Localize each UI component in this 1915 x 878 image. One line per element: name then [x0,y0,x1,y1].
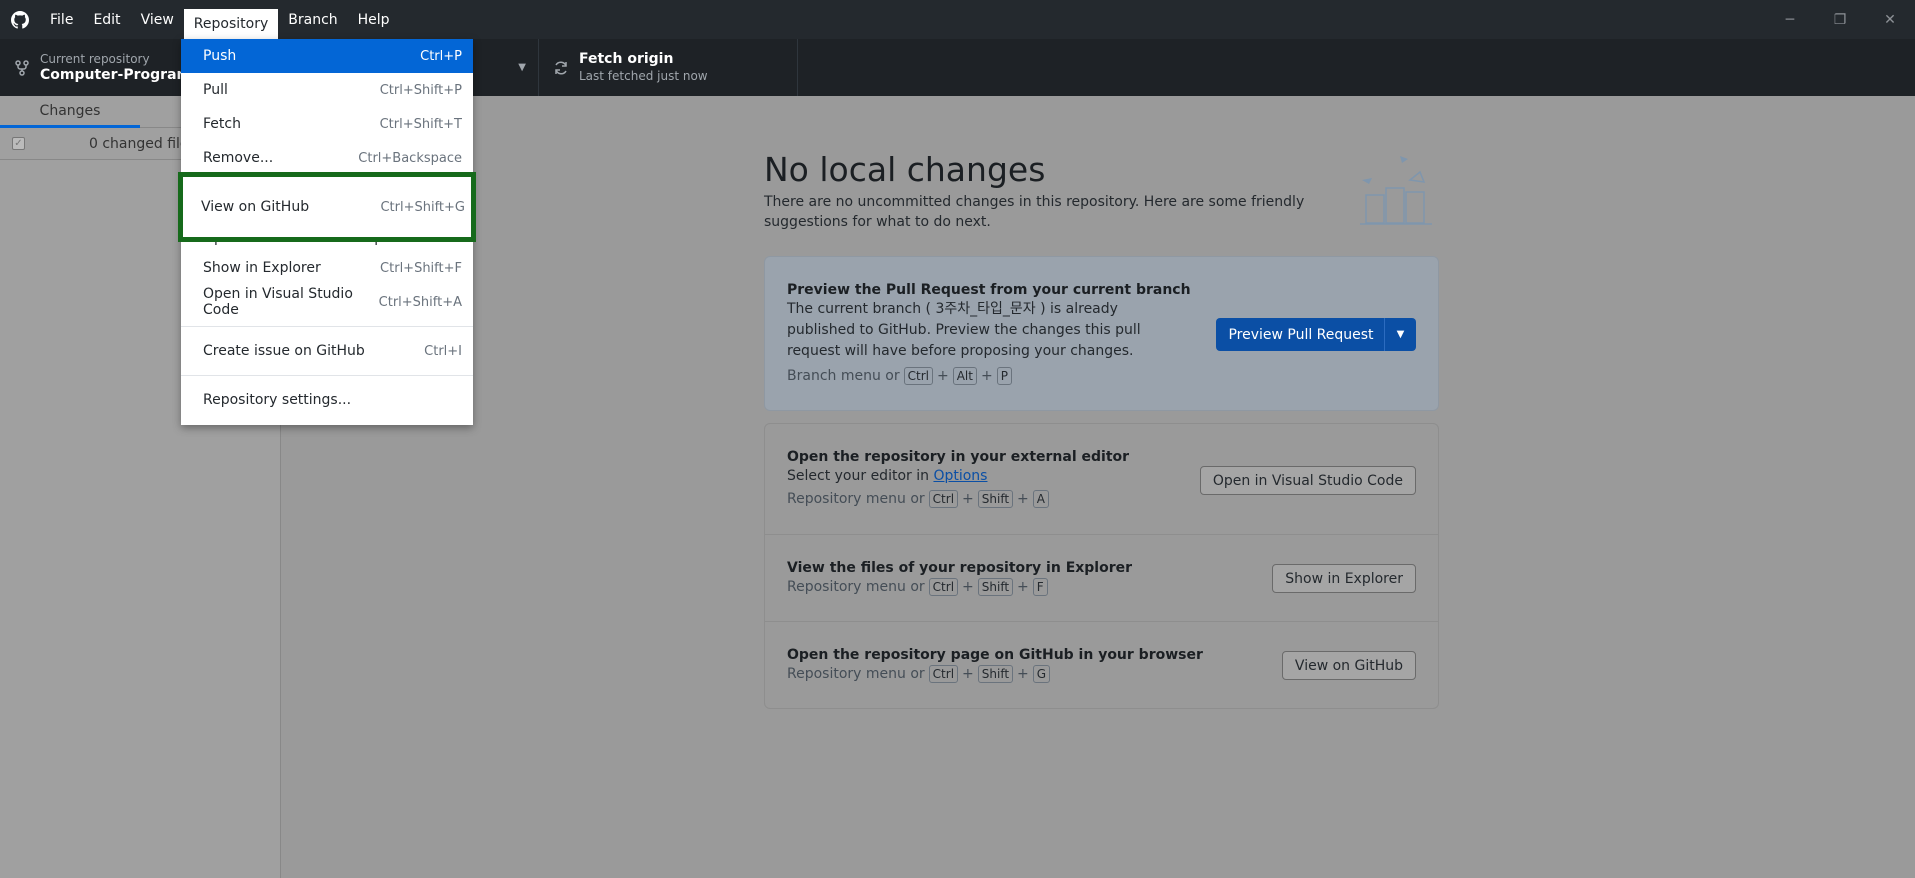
menu-branch[interactable]: Branch [278,0,347,39]
menu-separator [181,326,473,327]
kbd-key: Ctrl [903,367,933,385]
minimize-icon[interactable]: ─ [1765,0,1815,39]
kbd-key: Shift [977,665,1014,683]
preview-pr-desc: The current branch ( 3주차_타입_문자 ) is alre… [787,301,1141,359]
menu-item-shortcut: Ctrl+Shift+G [380,199,465,215]
menu-item-label: Open in Visual Studio Code [203,286,353,318]
no-changes-illustration-icon [1352,150,1437,235]
preview-pull-request-label: Preview Pull Request [1228,326,1374,343]
menu-item-create-issue[interactable]: Create issue on GitHub Ctrl+I [181,334,473,368]
caret-down-icon[interactable]: ▼ [1384,318,1416,351]
hint-prefix: Repository menu or [787,491,925,507]
menu-file[interactable]: File [40,0,83,39]
editor-row: Open the repository in your external edi… [765,424,1438,535]
menu-item-shortcut: Ctrl+P [420,48,462,64]
kbd-key: Shift [977,578,1014,596]
menu-item-label: Create issue on GitHub [203,343,365,359]
close-icon[interactable]: ✕ [1865,0,1915,39]
sync-icon [551,60,571,76]
options-link[interactable]: Options [933,468,987,484]
menu-bar: File Edit View Repository Branch Help [40,0,400,39]
preview-pr-card: Preview the Pull Request from your curre… [764,256,1439,411]
menu-item-label: Remove... [203,150,274,166]
select-all-checkbox[interactable]: ✓ [12,137,25,150]
chevron-down-icon: ▼ [518,62,526,73]
fetch-origin-button[interactable]: Fetch origin Last fetched just now [539,39,798,96]
menu-item-repository-settings[interactable]: Repository settings... [181,383,473,417]
menu-item-fetch[interactable]: Fetch Ctrl+Shift+T [181,107,473,141]
preview-pr-hint: Branch menu or Ctrl + Alt + P [787,366,1416,386]
open-in-vscode-button[interactable]: Open in Visual Studio Code [1199,466,1416,495]
repo-fork-icon [12,59,32,76]
tab-changes[interactable]: Changes [0,96,140,128]
actions-card: Open the repository in your external edi… [764,423,1439,709]
menu-item-remove[interactable]: Remove... Ctrl+Backspace [181,141,473,175]
hint-prefix: Repository menu or [787,579,925,595]
last-fetched-label: Last fetched just now [579,69,708,83]
menu-item-shortcut: Ctrl+I [424,343,462,359]
kbd-key: F [1032,578,1048,596]
page-subtitle: There are no uncommitted changes in this… [764,194,1305,230]
kbd-key: Ctrl [928,578,959,596]
title-bar: File Edit View Repository Branch Help ─ … [0,0,1915,39]
suggestions-panel: No local changes There are no uncommitte… [764,150,1439,709]
kbd-key: Ctrl [928,490,959,508]
menu-item-shortcut: Ctrl+Shift+P [379,82,462,98]
kbd-key: Shift [977,490,1014,508]
restore-icon[interactable]: ❐ [1815,0,1865,39]
highlight-box: View on GitHub Ctrl+Shift+G [178,172,476,242]
fetch-origin-title: Fetch origin [579,51,674,67]
preview-pr-title: Preview the Pull Request from your curre… [787,282,1191,298]
hint-prefix: Branch menu or [787,368,900,384]
window-controls: ─ ❐ ✕ [1765,0,1915,39]
menu-item-shortcut: Ctrl+Shift+F [380,260,462,276]
show-in-explorer-button[interactable]: Show in Explorer [1272,564,1416,593]
kbd-key: Ctrl [928,665,959,683]
main-content: No local changes There are no uncommitte… [282,96,1915,878]
hint-prefix: Repository menu or [787,666,925,682]
github-row: Open the repository page on GitHub in yo… [765,622,1438,708]
menu-item-pull[interactable]: Pull Ctrl+Shift+P [181,73,473,107]
menu-view[interactable]: View [131,0,184,39]
menu-item-label: View on GitHub [201,199,310,215]
github-logo-icon [0,0,40,39]
editor-title: Open the repository in your external edi… [787,449,1130,465]
menu-edit[interactable]: Edit [83,0,130,39]
menu-item-shortcut: Ctrl+Shift+T [379,116,462,132]
menu-separator [181,375,473,376]
menu-help[interactable]: Help [348,0,400,39]
menu-item-label: Pull [203,82,228,98]
menu-item-shortcut: Ctrl+Backspace [358,150,462,166]
kbd-key: Alt [952,367,977,385]
explorer-row: View the files of your repository in Exp… [765,535,1438,622]
kbd-key: G [1032,665,1051,683]
menu-repository[interactable]: Repository [183,9,279,39]
kbd-key: P [996,367,1012,385]
menu-item-label: Fetch [203,116,241,132]
menu-item-label: Push [203,48,237,64]
menu-item-open-vscode[interactable]: Open in Visual Studio Code Ctrl+Shift+A [181,285,473,319]
menu-item-push[interactable]: Push Ctrl+P [181,39,473,73]
menu-item-label: Show in Explorer [203,260,321,276]
kbd-key: A [1032,490,1049,508]
view-on-github-button[interactable]: View on GitHub [1281,651,1416,680]
preview-pull-request-button[interactable]: Preview Pull Request ▼ [1216,318,1416,351]
changed-files-count: 0 changed file [89,135,189,152]
menu-item-show-in-explorer[interactable]: Show in Explorer Ctrl+Shift+F [181,251,473,285]
page-title: No local changes [764,150,1046,189]
editor-desc-prefix: Select your editor in [787,468,929,484]
menu-item-view-on-github[interactable]: View on GitHub Ctrl+Shift+G [183,177,471,237]
menu-item-shortcut: Ctrl+Shift+A [378,294,462,310]
menu-item-label: Repository settings... [203,392,352,408]
